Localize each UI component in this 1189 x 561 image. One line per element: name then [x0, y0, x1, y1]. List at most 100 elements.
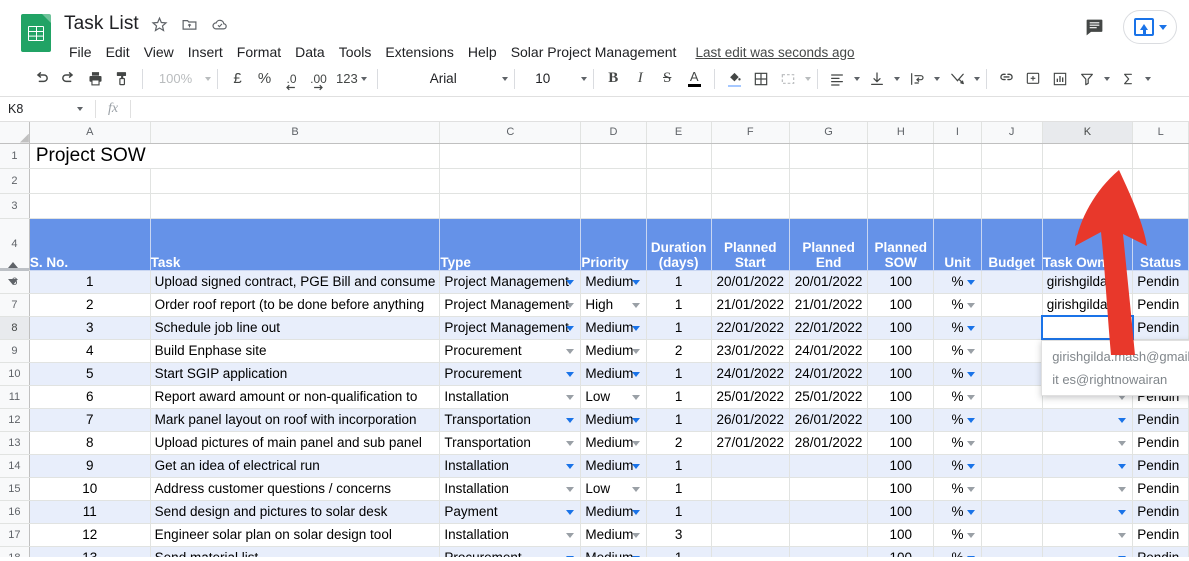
horizontal-align-icon[interactable]: [824, 65, 851, 92]
vertical-align-icon[interactable]: [864, 65, 891, 92]
cell-row2-8[interactable]: [933, 168, 982, 194]
cell-task[interactable]: Address customer questions / concerns: [150, 477, 441, 501]
cell-task-owner[interactable]: [1042, 477, 1134, 501]
cell-task[interactable]: Schedule job line out: [150, 316, 441, 340]
cell-dropdown-icon[interactable]: [566, 440, 575, 446]
cell-row1-8[interactable]: [933, 143, 982, 169]
cell-dropdown-icon[interactable]: [631, 417, 640, 423]
cell-budget[interactable]: [981, 408, 1043, 432]
cell-priority[interactable]: Medium: [580, 523, 647, 547]
cell-dropdown-icon[interactable]: [1118, 279, 1127, 285]
google-sheets-logo[interactable]: [18, 9, 54, 57]
cell-planned-start[interactable]: 27/01/2022: [711, 431, 790, 455]
cell-row1-2[interactable]: [439, 143, 582, 169]
menu-item-insert[interactable]: Insert: [181, 42, 230, 62]
cell-row2-6[interactable]: [789, 168, 869, 194]
cell-task[interactable]: Send material list: [150, 546, 441, 557]
row-header-14[interactable]: 14: [0, 454, 30, 478]
cell-status[interactable]: Pendin: [1132, 546, 1189, 557]
cell-type[interactable]: Installation: [439, 454, 582, 478]
menu-item-file[interactable]: File: [62, 42, 99, 62]
cell-status[interactable]: Pendin: [1132, 431, 1189, 455]
share-button[interactable]: [1123, 10, 1177, 44]
font-size-select[interactable]: 10: [521, 65, 565, 92]
cell-dropdown-icon[interactable]: [966, 302, 975, 308]
cell-planned-sow[interactable]: 100: [867, 362, 935, 386]
cell-budget[interactable]: [981, 477, 1043, 501]
cell-row3-3[interactable]: [580, 193, 647, 219]
cell-type[interactable]: Payment: [439, 500, 582, 524]
cell-type[interactable]: Project Management: [439, 316, 582, 340]
cell-dropdown-icon[interactable]: [566, 371, 575, 377]
cell-priority[interactable]: Medium: [580, 431, 647, 455]
cell-budget[interactable]: [981, 523, 1043, 547]
cell-planned-end[interactable]: [789, 500, 869, 524]
row-header-1[interactable]: 1: [0, 143, 30, 169]
cell-serial-number[interactable]: 8: [29, 431, 151, 455]
cell-type[interactable]: Procurement: [439, 339, 582, 363]
cell-row1-6[interactable]: [789, 143, 869, 169]
cell-planned-start[interactable]: 21/01/2022: [711, 293, 790, 317]
chevron-down-icon[interactable]: [893, 76, 900, 81]
cell-row2-7[interactable]: [867, 168, 935, 194]
cell-planned-sow[interactable]: 100: [867, 385, 935, 409]
row-header-7[interactable]: 7: [0, 293, 30, 317]
cell-planned-end[interactable]: 22/01/2022: [789, 316, 869, 340]
cell-duration[interactable]: 1: [646, 477, 712, 501]
cell-priority[interactable]: High: [580, 293, 647, 317]
cell-dropdown-icon[interactable]: [631, 509, 640, 515]
insert-link-icon[interactable]: [993, 65, 1020, 92]
cell-priority[interactable]: Medium: [580, 546, 647, 557]
cell-serial-number[interactable]: 9: [29, 454, 151, 478]
text-rotation-icon[interactable]: [944, 65, 971, 92]
cell-dropdown-icon[interactable]: [1118, 555, 1127, 557]
cell-duration[interactable]: 1: [646, 316, 712, 340]
cell-planned-start[interactable]: [711, 523, 790, 547]
chevron-down-icon[interactable]: [77, 107, 83, 111]
cell-row3-7[interactable]: [867, 193, 935, 219]
cell-task[interactable]: Send design and pictures to solar desk: [150, 500, 441, 524]
cell-dropdown-icon[interactable]: [566, 417, 575, 423]
cell-budget[interactable]: [981, 385, 1043, 409]
document-title[interactable]: Task List: [62, 12, 143, 36]
cell-planned-start[interactable]: 22/01/2022: [711, 316, 790, 340]
cell-planned-end[interactable]: [789, 477, 869, 501]
row-header-13[interactable]: 13: [0, 431, 30, 455]
insert-comment-icon[interactable]: [1020, 65, 1047, 92]
cell-dropdown-icon[interactable]: [566, 486, 575, 492]
cell-dropdown-icon[interactable]: [966, 325, 975, 331]
cell-planned-end[interactable]: 28/01/2022: [789, 431, 869, 455]
cell-dropdown-icon[interactable]: [631, 394, 640, 400]
cell-budget[interactable]: [981, 431, 1043, 455]
cell-planned-sow[interactable]: 100: [867, 270, 935, 294]
cell-dropdown-icon[interactable]: [631, 348, 640, 354]
cell-priority[interactable]: Medium: [580, 316, 647, 340]
cell-unit[interactable]: %: [933, 546, 982, 557]
cell-dropdown-icon[interactable]: [1118, 302, 1127, 308]
column-header-l[interactable]: L: [1132, 122, 1189, 144]
row-header-18[interactable]: 18: [0, 546, 30, 557]
cell-type[interactable]: Installation: [439, 477, 582, 501]
cell-dropdown-icon[interactable]: [566, 279, 575, 285]
cell-budget[interactable]: [981, 316, 1043, 340]
cell-row1-7[interactable]: [867, 143, 935, 169]
cell-planned-sow[interactable]: 100: [867, 293, 935, 317]
cell-planned-end[interactable]: 25/01/2022: [789, 385, 869, 409]
row-header-11[interactable]: 11: [0, 385, 30, 409]
cell-dropdown-icon[interactable]: [566, 325, 575, 331]
cell-dropdown-icon[interactable]: [566, 509, 575, 515]
cell-dropdown-icon[interactable]: [966, 348, 975, 354]
cell-planned-end[interactable]: 26/01/2022: [789, 408, 869, 432]
cell-dropdown-icon[interactable]: [631, 279, 640, 285]
cell-task-owner[interactable]: [1042, 523, 1134, 547]
column-header-e[interactable]: E: [646, 122, 712, 144]
row-header-12[interactable]: 12: [0, 408, 30, 432]
cell-dropdown-icon[interactable]: [631, 371, 640, 377]
strikethrough-button[interactable]: S: [654, 65, 681, 92]
cell-serial-number[interactable]: 3: [29, 316, 151, 340]
select-all-corner[interactable]: [0, 122, 30, 144]
cell-dropdown-icon[interactable]: [1118, 417, 1127, 423]
cell-dropdown-icon[interactable]: [966, 486, 975, 492]
cell-task[interactable]: Upload signed contract, PGE Bill and con…: [150, 270, 441, 294]
cell-planned-start[interactable]: 24/01/2022: [711, 362, 790, 386]
